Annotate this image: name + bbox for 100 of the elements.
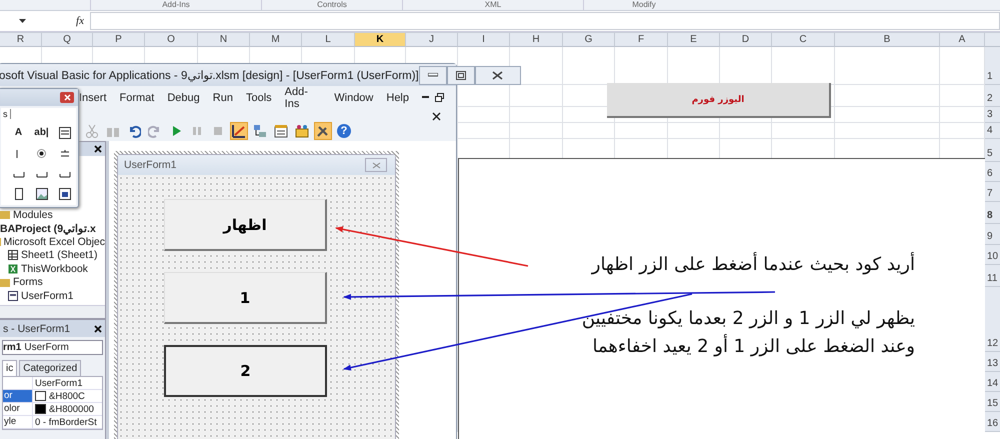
close-icon[interactable] [432, 112, 441, 121]
column-header[interactable]: M [250, 33, 302, 47]
row-header[interactable]: 3 [985, 107, 1000, 123]
ribbon-group-label: Controls [261, 0, 402, 10]
column-header[interactable]: R [0, 33, 42, 47]
tree-item[interactable]: Modules [0, 208, 105, 222]
close-icon[interactable] [94, 145, 102, 153]
property-name[interactable]: yle [3, 416, 33, 428]
tree-item[interactable]: ThisWorkbook [0, 262, 105, 276]
question-text-line: يظهر لي الزر 1 و الزر 2 بعدما يكونا مختفيين [582, 307, 915, 331]
toolbox-tab[interactable]: s [3, 109, 10, 119]
properties-button[interactable] [272, 122, 290, 140]
property-name[interactable]: olor [3, 403, 33, 415]
command-button[interactable]: اظهار [164, 199, 327, 251]
close-button[interactable] [474, 66, 521, 84]
row-header[interactable]: 16 [985, 412, 1000, 432]
list-box-tool-icon[interactable] [58, 126, 70, 139]
image-tool-icon[interactable] [36, 188, 48, 200]
row-header[interactable]: 1 [985, 47, 1000, 85]
userform-launch-button[interactable]: اليوزر فورم [607, 83, 831, 118]
workbook-icon [8, 264, 18, 274]
ref-edit-tool-icon[interactable] [58, 188, 70, 200]
row-header[interactable]: 4 [985, 123, 1000, 139]
menu-item[interactable]: Add-Ins [284, 86, 322, 110]
row-header[interactable]: 13 [985, 352, 1000, 372]
tree-item[interactable]: Forms [0, 276, 105, 289]
tree-item[interactable]: BAProject (تواتي9.x [0, 222, 105, 235]
undo-icon [127, 124, 141, 138]
explorer-button[interactable] [251, 122, 269, 140]
column-header[interactable]: E [668, 33, 720, 47]
formula-input-field[interactable] [90, 12, 1000, 30]
menu-item[interactable]: Help [386, 92, 409, 104]
menu-item[interactable]: Debug [167, 92, 200, 104]
toolbox-button[interactable] [314, 122, 332, 140]
column-header[interactable]: B [835, 33, 940, 47]
column-header[interactable]: D [720, 33, 772, 47]
design-button[interactable] [230, 122, 248, 140]
column-header[interactable]: J [406, 33, 458, 47]
row-header[interactable]: 5 [985, 139, 1000, 162]
minimize-icon[interactable] [422, 96, 430, 99]
toggle-tool-icon[interactable] [60, 148, 70, 159]
property-value: &H800C [49, 390, 85, 402]
row-header[interactable]: 7 [985, 182, 1000, 202]
form-icon [8, 290, 18, 301]
column-header[interactable]: H [510, 33, 563, 47]
row-header[interactable]: 12 [985, 287, 1000, 352]
row-header[interactable]: 8 [985, 202, 1000, 224]
property-value: 0 - fmBorderSt [35, 416, 97, 428]
column-header[interactable]: O [145, 33, 198, 47]
scrollbar-tool-icon[interactable] [14, 188, 22, 200]
column-header[interactable]: C [772, 33, 835, 47]
browser-button[interactable] [293, 122, 311, 140]
menu-item[interactable]: Tools [246, 92, 272, 104]
column-header[interactable]: G [563, 33, 615, 47]
restore-button[interactable] [446, 66, 475, 84]
toolbox-tool[interactable]: ab| [34, 127, 49, 138]
tree-item[interactable]: Microsoft Excel Objec [0, 235, 105, 248]
command-button[interactable]: 1 [164, 272, 327, 324]
command-button[interactable]: 2 [164, 345, 327, 397]
insert-function-button[interactable]: fx [30, 15, 90, 27]
column-header[interactable]: P [93, 33, 145, 47]
column-header[interactable]: A [940, 33, 985, 47]
column-header[interactable]: K [355, 33, 406, 47]
ruler-pencil-icon [232, 124, 246, 138]
toolbox-tool[interactable]: A [14, 127, 22, 138]
menu-item[interactable]: Format [120, 92, 154, 104]
tree-item[interactable]: UserForm1 [0, 289, 105, 302]
object-dropdown[interactable]: rm1 UserForm [2, 340, 103, 355]
column-header[interactable]: L [302, 33, 355, 47]
close-button[interactable] [60, 92, 74, 103]
stop-icon [211, 124, 225, 138]
column-header[interactable]: I [458, 33, 510, 47]
row-header[interactable]: 6 [985, 162, 1000, 182]
column-header[interactable]: F [615, 33, 668, 47]
row-header[interactable]: 9 [985, 224, 1000, 245]
scissors-icon [85, 124, 99, 138]
row-header[interactable]: 2 [985, 85, 1000, 107]
restore-icon [456, 70, 466, 80]
menu-item[interactable]: Run [212, 92, 233, 104]
tree-item[interactable]: Sheet1 (Sheet1) [0, 248, 105, 262]
ribbon-group-label: Modify [583, 0, 704, 10]
row-header[interactable]: 11 [985, 265, 1000, 287]
menu-item[interactable]: Window [334, 92, 374, 104]
object-type: UserForm [24, 342, 69, 353]
row-header[interactable]: 10 [985, 245, 1000, 265]
properties-tab[interactable]: ic [2, 360, 18, 376]
close-icon [64, 94, 70, 101]
property-name[interactable]: or [3, 390, 33, 402]
row-header[interactable]: 15 [985, 392, 1000, 412]
close-icon [492, 70, 504, 80]
close-icon[interactable] [94, 324, 102, 332]
horizontal-scrollbar[interactable] [0, 305, 105, 318]
column-header[interactable]: Q [42, 33, 93, 47]
menu-item[interactable]: Insert [79, 92, 107, 104]
radio-tool-icon[interactable] [37, 149, 46, 158]
minimize-button[interactable] [418, 66, 447, 84]
row-header[interactable]: 14 [985, 372, 1000, 392]
column-header[interactable]: N [198, 33, 250, 47]
restore-icon[interactable] [435, 93, 444, 102]
properties-tab[interactable]: Categorized [19, 360, 82, 376]
